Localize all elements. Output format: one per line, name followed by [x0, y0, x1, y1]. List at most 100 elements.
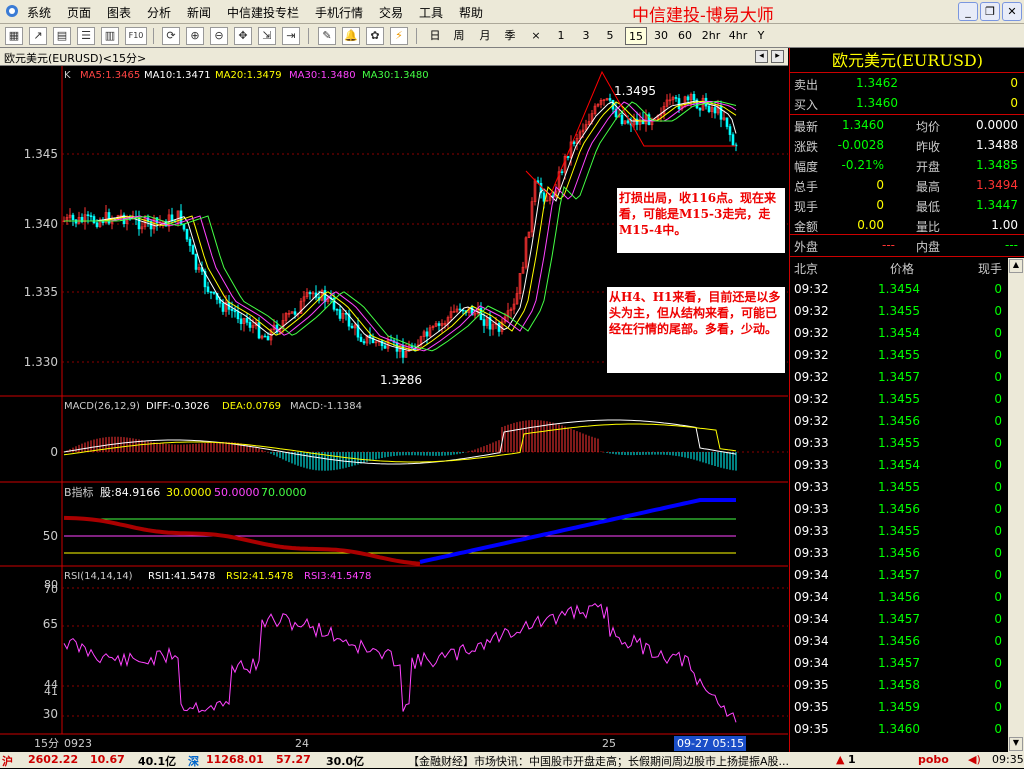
candle-body — [719, 105, 723, 120]
minimize-button[interactable]: _ — [958, 2, 978, 21]
candle-body — [335, 309, 339, 311]
candle-body — [185, 228, 189, 240]
period-5min[interactable]: 5 — [604, 27, 616, 45]
candle-body — [191, 245, 195, 255]
macd-diff-label: DIFF:-0.3026 — [146, 401, 209, 412]
candle-body — [233, 310, 237, 313]
tick-price: 1.3458 — [878, 678, 920, 692]
candle-body — [89, 215, 93, 217]
menu-chart[interactable]: 图表 — [107, 4, 131, 21]
period-30min[interactable]: 30 — [653, 27, 669, 45]
zoom-out-icon[interactable]: ⊖ — [210, 27, 228, 45]
menu-analysis[interactable]: 分析 — [147, 4, 171, 21]
tick-scrollbar[interactable]: ▲ ▼ — [1008, 258, 1024, 752]
period-close[interactable]: × — [530, 27, 542, 45]
period-week[interactable]: 周 — [452, 27, 466, 45]
list-icon[interactable]: ☰ — [77, 27, 95, 45]
quote-right-value: 1.3488 — [976, 138, 1018, 152]
tick-volume: 0 — [994, 678, 1002, 692]
refresh-icon[interactable]: ⟳ — [162, 27, 180, 45]
menu-column[interactable]: 中信建投专栏 — [227, 4, 299, 21]
period-year[interactable]: Y — [755, 27, 767, 45]
sh-label: 沪 — [2, 755, 13, 768]
macd-label: MACD(26,12,9) — [64, 401, 140, 412]
period-month[interactable]: 月 — [478, 27, 492, 45]
news-ticker[interactable]: 【金融财经】市场快讯：中国股市开盘走高；长假期间周边股市上扬提振A股... — [408, 753, 816, 769]
zoom-in-icon[interactable]: ⊕ — [186, 27, 204, 45]
period-60min[interactable]: 60 — [677, 27, 693, 45]
chart-area[interactable]: K MA5:1.3465 MA10:1.3471 MA20:1.3479 MA3… — [0, 66, 788, 752]
quote-right-label: 最高 — [916, 180, 941, 194]
sz-index: 11268.01 — [206, 753, 264, 766]
lightning-icon[interactable]: ⚡ — [390, 27, 408, 45]
menu-help[interactable]: 帮助 — [459, 4, 483, 21]
speaker-icon[interactable]: ◀) — [968, 753, 981, 766]
restore-button[interactable]: ❐ — [980, 2, 1000, 21]
tick-price: 1.3457 — [878, 612, 920, 626]
rsi-panel — [63, 603, 737, 723]
next-icon[interactable]: ▸ — [771, 50, 784, 63]
indicator-icon[interactable]: ✿ — [366, 27, 384, 45]
menu-trade[interactable]: 交易 — [379, 4, 403, 21]
rsi-line — [63, 603, 737, 723]
menu-mobile[interactable]: 手机行情 — [315, 4, 363, 21]
tick-volume: 0 — [994, 524, 1002, 538]
cross-cursor-icon[interactable]: ✥ — [234, 27, 252, 45]
quote-left-label: 最新 — [794, 120, 819, 134]
menu-system[interactable]: 系统 — [27, 4, 51, 21]
sz-change: 57.27 — [276, 753, 311, 766]
period-1min[interactable]: 1 — [555, 27, 567, 45]
alarm-bell-icon[interactable]: 🔔 — [342, 27, 360, 45]
draw-line-icon[interactable]: ✎ — [318, 27, 336, 45]
candle-body — [236, 311, 240, 320]
quote-left-value: 0 — [876, 198, 884, 212]
window-icon[interactable]: ⇥ — [282, 27, 300, 45]
period-2hr[interactable]: 2hr — [700, 27, 722, 45]
period-15min[interactable]: 15 — [625, 27, 647, 45]
tick-header-time: 北京 — [794, 262, 819, 276]
period-day[interactable]: 日 — [428, 27, 442, 45]
menu-news[interactable]: 新闻 — [187, 4, 211, 21]
y-tick: 1.335 — [24, 285, 58, 299]
f10-icon[interactable]: F10 — [125, 27, 147, 45]
quote-right-label: 开盘 — [916, 160, 941, 174]
export-icon[interactable]: ⇲ — [258, 27, 276, 45]
stock-icon[interactable]: ▥ — [101, 27, 119, 45]
scroll-up-icon[interactable]: ▲ — [1009, 259, 1023, 273]
menu-tools[interactable]: 工具 — [419, 4, 443, 21]
sell-qty: 0 — [1010, 76, 1018, 90]
toolbar-separator — [308, 28, 309, 44]
tick-price: 1.3454 — [878, 458, 920, 472]
tick-price: 1.3455 — [878, 392, 920, 406]
tick-time: 09:34 — [794, 656, 829, 670]
prev-icon[interactable]: ◂ — [755, 50, 768, 63]
macd-value-label: MACD:-1.1384 — [290, 401, 362, 412]
period-4hr[interactable]: 4hr — [727, 27, 749, 45]
quote-right-value: 1.3485 — [976, 158, 1018, 172]
candle-body — [359, 336, 363, 342]
close-button[interactable]: ✕ — [1002, 2, 1022, 21]
tick-time: 09:35 — [794, 700, 829, 714]
alert-count: 1 — [848, 753, 856, 766]
scroll-down-icon[interactable]: ▼ — [1009, 737, 1023, 751]
divider — [790, 234, 1024, 235]
candle-body — [230, 309, 234, 311]
divider — [790, 256, 1024, 257]
inner-label: 内盘 — [916, 240, 941, 254]
tick-price: 1.3457 — [878, 370, 920, 384]
table-icon[interactable]: ▤ — [53, 27, 71, 45]
candle-body — [245, 318, 249, 323]
period-quarter[interactable]: 季 — [503, 27, 517, 45]
menu-page[interactable]: 页面 — [67, 4, 91, 21]
line-chart-icon[interactable]: ↗ — [29, 27, 47, 45]
tick-price: 1.3455 — [878, 348, 920, 362]
quote-right-label: 量比 — [916, 220, 941, 234]
alert-icon[interactable]: ▲ — [836, 753, 844, 766]
tick-price: 1.3459 — [878, 700, 920, 714]
sh-amount: 40.1亿 — [138, 755, 177, 768]
candle-body — [293, 311, 297, 315]
tick-price: 1.3455 — [878, 304, 920, 318]
grid-view-icon[interactable]: ▦ — [5, 27, 23, 45]
period-3min[interactable]: 3 — [580, 27, 592, 45]
buy-qty: 0 — [1010, 96, 1018, 110]
